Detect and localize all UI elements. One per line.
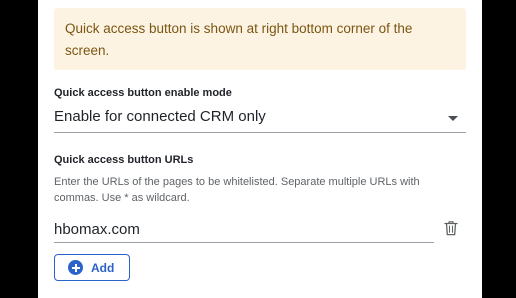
- settings-panel: Quick access button is shown at right bo…: [38, 0, 482, 298]
- urls-label: Quick access button URLs: [54, 154, 194, 166]
- caret-down-icon[interactable]: [448, 116, 458, 121]
- enable-mode-select[interactable]: Enable for connected CRM only: [54, 104, 466, 133]
- info-banner: Quick access button is shown at right bo…: [54, 8, 466, 70]
- url-row: [54, 217, 466, 243]
- enable-mode-label: Quick access button enable mode: [54, 87, 232, 99]
- info-banner-text: Quick access button is shown at right bo…: [65, 21, 413, 58]
- url-input[interactable]: [54, 217, 434, 243]
- plus-circle-icon: [68, 260, 83, 275]
- enable-mode-value: Enable for connected CRM only: [54, 108, 266, 125]
- trash-icon[interactable]: [444, 220, 458, 236]
- add-button-label: Add: [91, 260, 115, 275]
- urls-help-text: Enter the URLs of the pages to be whitel…: [54, 176, 420, 204]
- add-url-button[interactable]: Add: [54, 254, 130, 281]
